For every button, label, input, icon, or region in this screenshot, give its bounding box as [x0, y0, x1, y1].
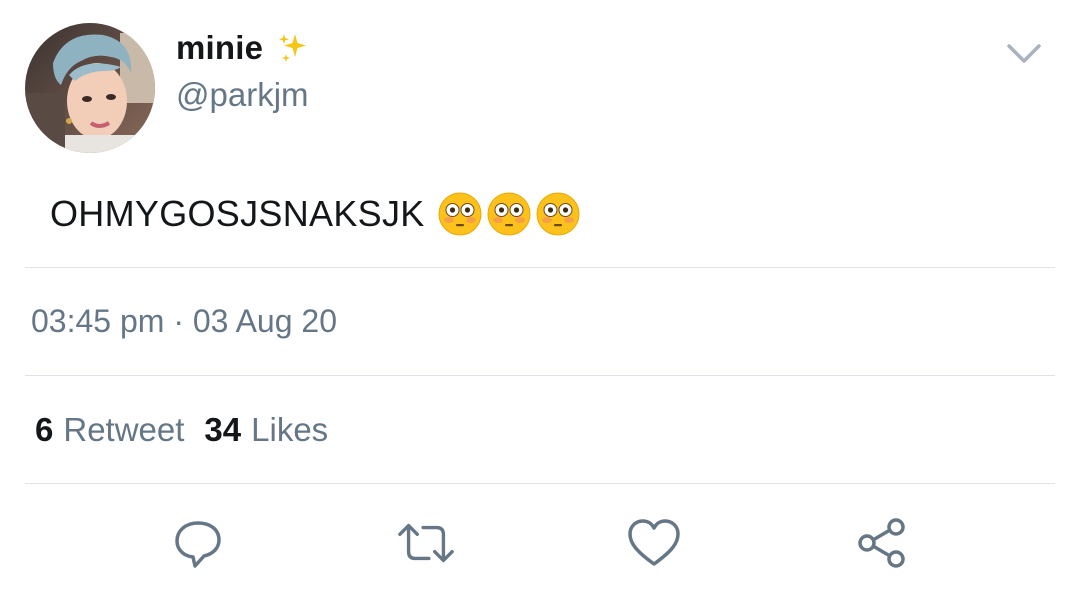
tweet-text: OHMYGOSJSNAKSJK: [50, 188, 581, 240]
name-row: minie: [176, 26, 311, 70]
sparkles-icon: [279, 34, 307, 62]
reply-button[interactable]: [168, 513, 228, 573]
emoji-group: [437, 191, 581, 237]
likes-stat[interactable]: 34 Likes: [204, 411, 328, 449]
user-handle[interactable]: @parkjm: [176, 76, 309, 114]
tweet-detail: minie @parkjm OHMYGOSJSNAKSJK 03:45 pm ·…: [0, 0, 1080, 597]
divider: [25, 267, 1055, 268]
share-icon: [858, 518, 905, 568]
retweet-stat[interactable]: 6 Retweet: [35, 411, 184, 449]
flushed-face-icon: [536, 192, 580, 236]
divider: [25, 483, 1055, 484]
likes-label: Likes: [251, 411, 329, 448]
tweet-timestamp: 03:45 pm · 03 Aug 20: [31, 303, 337, 339]
engagement-stats: 6 Retweet 34 Likes: [35, 411, 328, 449]
retweet-icon: [398, 523, 454, 563]
avatar-image: [25, 23, 155, 153]
heart-icon: [628, 519, 680, 566]
retweet-label: Retweet: [63, 411, 185, 448]
tweet-body: OHMYGOSJSNAKSJK: [50, 193, 425, 234]
comment-icon: [175, 521, 221, 568]
chevron-down-icon[interactable]: [1004, 36, 1044, 70]
divider: [25, 375, 1055, 376]
flushed-face-icon: [438, 192, 482, 236]
avatar[interactable]: [25, 23, 155, 153]
retweet-button[interactable]: [396, 513, 456, 573]
like-button[interactable]: [624, 513, 684, 573]
retweet-count: 6: [35, 411, 54, 448]
display-name[interactable]: minie: [176, 29, 263, 67]
share-button[interactable]: [852, 513, 912, 573]
likes-count: 34: [204, 411, 242, 448]
flushed-face-icon: [487, 192, 531, 236]
